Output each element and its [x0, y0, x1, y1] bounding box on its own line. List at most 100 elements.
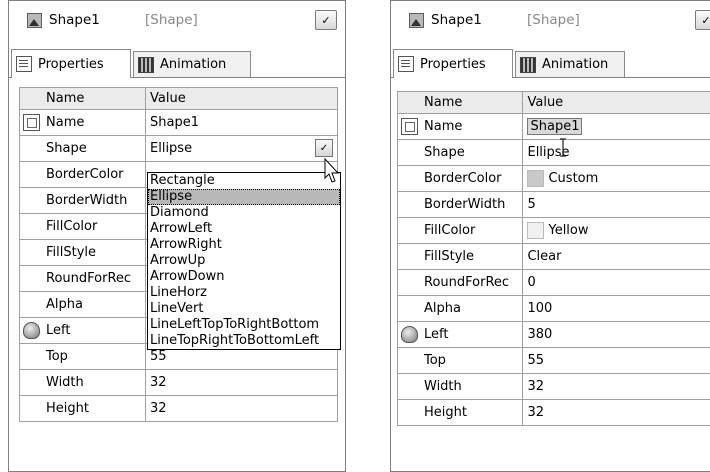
animation-icon [138, 56, 154, 73]
property-name: Shape [19, 135, 146, 162]
properties-icon [398, 56, 414, 72]
shape-icon [409, 13, 424, 28]
position-icon [401, 326, 418, 343]
property-name: FillColor [19, 213, 146, 240]
property-name: FillStyle [19, 239, 146, 266]
list-item[interactable]: LineTopRightToBottomLeft [148, 333, 340, 349]
table-row[interactable]: Alpha 100 [396, 295, 710, 322]
table-row[interactable]: Left 380 [396, 321, 710, 348]
list-item[interactable]: Diamond [148, 205, 340, 221]
property-value[interactable]: 32 [522, 373, 710, 400]
property-value[interactable]: Shape1 [145, 109, 338, 136]
property-value-edit[interactable]: Shape1 [522, 113, 710, 140]
tab-animation[interactable]: Animation [133, 51, 251, 77]
chevron-down-icon[interactable]: ✓ [695, 10, 710, 30]
tab-properties-label: Properties [420, 56, 486, 72]
tab-animation-label: Animation [160, 57, 227, 72]
property-name: Alpha [19, 291, 146, 318]
property-value[interactable]: 32 [522, 399, 710, 426]
header-value: Value [145, 87, 338, 110]
color-swatch [527, 170, 545, 187]
text-cursor-icon [560, 138, 566, 157]
object-selector[interactable]: Shape1 [Shape] ✓ [9, 1, 345, 39]
list-item[interactable]: ArrowRight [148, 237, 340, 253]
shape-icon [27, 13, 42, 28]
tab-bar: Properties Animation [9, 49, 345, 78]
animation-icon [520, 56, 536, 73]
shape-dropdown-list[interactable]: Rectangle Ellipse Diamond ArrowLeft Arro… [147, 172, 341, 350]
chevron-down-icon[interactable]: ✓ [315, 10, 337, 30]
property-value-shape[interactable]: Ellipse ✓ [145, 135, 338, 162]
table-row[interactable]: FillColor Yellow [396, 217, 710, 244]
property-value: Yellow [548, 223, 589, 238]
name-edit-field[interactable]: Shape1 [527, 118, 583, 135]
properties-icon [16, 56, 32, 72]
list-item[interactable]: ArrowDown [148, 269, 340, 285]
tab-properties-label: Properties [38, 56, 104, 72]
property-name: Top [19, 343, 146, 370]
property-value-color[interactable]: Yellow [522, 217, 710, 244]
tab-properties[interactable]: Properties [11, 49, 131, 78]
tab-properties[interactable]: Properties [393, 49, 513, 78]
property-value[interactable]: 100 [522, 295, 710, 322]
property-name: Top [396, 347, 524, 374]
list-item[interactable]: LineHorz [148, 285, 340, 301]
property-name: Width [19, 369, 146, 396]
list-item[interactable]: LineVert [148, 301, 340, 317]
table-row[interactable]: Width 32 [19, 369, 338, 396]
property-value-color[interactable]: Custom [522, 165, 710, 192]
property-name: Name [424, 119, 463, 134]
property-name: BorderColor [19, 161, 146, 188]
property-name: FillStyle [396, 243, 524, 270]
property-value[interactable]: 5 [522, 191, 710, 218]
properties-panel-right: Shape1 [Shape] ✓ Properties Animation Na… [390, 0, 710, 472]
property-name: Width [396, 373, 524, 400]
table-row[interactable]: Height 32 [396, 399, 710, 426]
list-item[interactable]: ArrowLeft [148, 221, 340, 237]
list-item-selected[interactable]: Ellipse [148, 189, 340, 205]
property-grid: Name Value Name Shape1 Shape Ellipse Bor… [396, 91, 710, 426]
property-name: BorderWidth [19, 187, 146, 214]
table-row[interactable]: Top 55 [396, 347, 710, 374]
table-row[interactable]: Width 32 [396, 373, 710, 400]
property-name: Height [396, 399, 524, 426]
property-value[interactable]: 32 [145, 395, 338, 422]
property-name: BorderColor [396, 165, 524, 192]
list-item[interactable]: LineLeftTopToRightBottom [148, 317, 340, 333]
object-type: [Shape] [145, 12, 198, 28]
tab-animation[interactable]: Animation [515, 51, 625, 77]
property-value[interactable]: 0 [522, 269, 710, 296]
property-name: BorderWidth [396, 191, 524, 218]
property-value[interactable]: 55 [522, 347, 710, 374]
grid-header: Name Value [19, 87, 338, 110]
object-name: Shape1 [431, 12, 482, 28]
table-row[interactable]: Name Shape1 [396, 113, 710, 140]
property-value: Ellipse [150, 141, 193, 156]
table-row[interactable]: FillStyle Clear [396, 243, 710, 270]
table-row[interactable]: Shape Ellipse [396, 139, 710, 166]
property-name: RoundForRec [19, 265, 146, 292]
table-row[interactable]: Height 32 [19, 395, 338, 422]
property-name: RoundForRec [396, 269, 524, 296]
property-value[interactable]: Clear [522, 243, 710, 270]
object-selector[interactable]: Shape1 [Shape] ✓ [391, 1, 710, 39]
property-name: Left [424, 327, 449, 342]
property-name: Left [46, 323, 71, 338]
table-row[interactable]: BorderColor Custom [396, 165, 710, 192]
object-type: [Shape] [527, 12, 580, 28]
property-name: FillColor [396, 217, 524, 244]
property-value[interactable]: 380 [522, 321, 710, 348]
list-item[interactable]: Rectangle [148, 173, 340, 189]
table-row[interactable]: BorderWidth 5 [396, 191, 710, 218]
object-name: Shape1 [49, 12, 100, 28]
header-name: Name [396, 91, 524, 114]
table-row[interactable]: Shape Ellipse ✓ [19, 135, 338, 162]
property-value[interactable]: Ellipse [522, 139, 710, 166]
property-name-icon [401, 118, 418, 135]
table-row[interactable]: Name Shape1 [19, 109, 338, 136]
color-swatch [527, 222, 545, 239]
chevron-down-icon[interactable]: ✓ [315, 139, 333, 157]
table-row[interactable]: RoundForRec 0 [396, 269, 710, 296]
list-item[interactable]: ArrowUp [148, 253, 340, 269]
property-value[interactable]: 32 [145, 369, 338, 396]
